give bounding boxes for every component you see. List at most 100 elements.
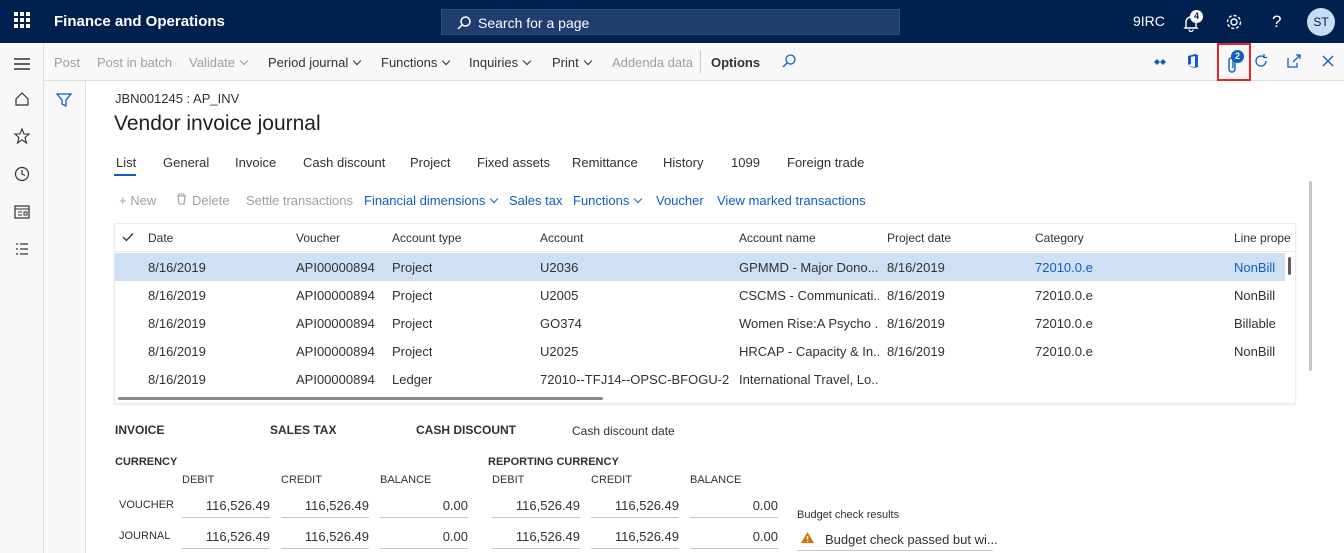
tab-history[interactable]: History (663, 155, 703, 170)
sales-tax-button[interactable]: Sales tax (509, 193, 562, 208)
power-apps-icon[interactable] (1153, 55, 1167, 69)
new-label: New (130, 193, 157, 208)
new-button[interactable]: + New (119, 193, 156, 208)
chevron-down-icon (239, 56, 249, 66)
journal-credit-value: 116,526.49 (281, 529, 369, 549)
cell-account-type: Project (392, 316, 433, 331)
vertical-scrollbar[interactable] (1288, 257, 1291, 275)
page-title: Vendor invoice journal (114, 112, 321, 135)
tab-1099[interactable]: 1099 (731, 155, 760, 170)
search-icon[interactable] (781, 53, 797, 69)
help-icon[interactable]: ? (1272, 12, 1281, 32)
tab-general[interactable]: General (163, 155, 209, 170)
hamburger-icon[interactable] (13, 55, 31, 73)
voucher-debit-value: 116,526.49 (182, 498, 270, 518)
tab-fixed-assets[interactable]: Fixed assets (477, 155, 550, 170)
cell-date: 8/16/2019 (148, 288, 206, 303)
tab-cash-discount[interactable]: Cash discount (303, 155, 385, 170)
post-in-batch-button[interactable]: Post in batch (97, 55, 172, 70)
print-menu[interactable]: Print (552, 55, 592, 70)
view-marked-transactions-button[interactable]: View marked transactions (717, 193, 866, 208)
column-header-voucher[interactable]: Voucher (296, 231, 340, 245)
table-row[interactable]: 8/16/2019 API00000894 Project U2025 HRCAP - … (115, 337, 1285, 365)
action-pane: Post Post in batch Validate Period journ… (44, 43, 1344, 81)
tab-foreign-trade[interactable]: Foreign trade (787, 155, 864, 170)
period-journal-menu[interactable]: Period journal (268, 55, 362, 70)
close-icon[interactable] (1321, 54, 1335, 68)
column-header-project-date[interactable]: Project date (887, 231, 951, 245)
settle-transactions-button[interactable]: Settle transactions (246, 193, 353, 208)
notifications-button[interactable]: 4 (1182, 10, 1203, 32)
avatar[interactable]: ST (1307, 8, 1335, 36)
reporting-credit-header: CREDIT (591, 474, 632, 486)
table-row[interactable]: 8/16/2019 API00000894 Project GO374 Women Ri… (115, 309, 1285, 337)
journal-reporting-balance-value: 0.00 (690, 529, 778, 549)
reporting-debit-header: DEBIT (492, 474, 525, 486)
cell-account-name: HRCAP - Capacity & In... (739, 344, 879, 359)
tab-remittance[interactable]: Remittance (572, 155, 638, 170)
search-box[interactable]: Search for a page (441, 9, 900, 35)
cell-category: 72010.0.e (1035, 344, 1093, 359)
table-row[interactable]: 8/16/2019 API00000894 Ledger 72010--TFJ14--… (115, 365, 1285, 393)
reporting-currency-label: REPORTING CURRENCY (488, 456, 619, 468)
journal-balance-value: 0.00 (380, 529, 468, 549)
options-tab[interactable]: Options (711, 55, 760, 70)
cell-account: GO374 (540, 316, 582, 331)
star-icon[interactable] (13, 127, 31, 145)
cell-account: 72010--TFJ14--OPSC-BFOGU-2... (540, 372, 730, 387)
app-title[interactable]: Finance and Operations (54, 13, 225, 30)
cell-voucher: API00000894 (296, 316, 375, 331)
budget-check-field[interactable]: Budget check passed but wi... (797, 527, 998, 551)
journal-reporting-credit-value: 116,526.49 (591, 529, 679, 549)
post-button[interactable]: Post (54, 55, 80, 70)
column-header-account-type[interactable]: Account type (392, 231, 461, 245)
column-header-category[interactable]: Category (1035, 231, 1084, 245)
open-new-window-icon[interactable] (1286, 53, 1302, 69)
company-picker[interactable]: 9IRC (1133, 13, 1165, 29)
cell-line-property: NonBill (1234, 288, 1276, 303)
cell-account-type: Project (392, 288, 433, 303)
tab-invoice[interactable]: Invoice (235, 155, 276, 170)
column-header-date[interactable]: Date (148, 231, 173, 245)
column-header-account-name[interactable]: Account name (739, 231, 816, 245)
page-scrollbar[interactable] (1309, 181, 1312, 371)
select-all-check-icon[interactable] (122, 232, 134, 242)
filter-icon[interactable] (56, 92, 72, 108)
table-row[interactable]: 8/16/2019 API00000894 Project U2005 CSCMS - … (115, 281, 1285, 309)
tab-active-indicator (114, 174, 136, 176)
functions-menu[interactable]: Functions (381, 55, 451, 70)
workspace-icon[interactable] (13, 203, 31, 221)
column-header-line-property[interactable]: Line prope (1234, 231, 1291, 245)
validate-menu[interactable]: Validate (189, 55, 249, 70)
divider (700, 51, 701, 73)
table-row[interactable]: 8/16/2019 API00000894 Project U2036 GPMMD - … (115, 253, 1285, 281)
cell-category[interactable]: 72010.0.e (1035, 260, 1093, 275)
sales-tax-section-label: SALES TAX (270, 423, 337, 437)
financial-dimensions-menu[interactable]: Financial dimensions (364, 193, 499, 208)
addenda-data-button[interactable]: Addenda data (612, 55, 693, 70)
search-icon (457, 16, 471, 30)
cell-line-property[interactable]: NonBill (1234, 260, 1275, 275)
attachments-button[interactable]: 2 (1217, 43, 1251, 81)
tab-list[interactable]: List (116, 155, 136, 170)
cell-date: 8/16/2019 (148, 344, 206, 359)
app-launcher-icon[interactable] (14, 12, 30, 28)
home-icon[interactable] (13, 90, 31, 108)
voucher-button[interactable]: Voucher (656, 193, 704, 208)
grid-functions-menu[interactable]: Functions (573, 193, 643, 208)
clock-icon[interactable] (13, 165, 31, 183)
horizontal-scrollbar[interactable] (118, 397, 603, 400)
modules-list-icon[interactable] (13, 240, 31, 258)
settings-button[interactable] (1225, 13, 1243, 34)
delete-button[interactable]: Delete (176, 193, 230, 208)
refresh-icon[interactable] (1253, 53, 1269, 69)
column-header-account[interactable]: Account (540, 231, 583, 245)
cell-project-date: 8/16/2019 (887, 260, 945, 275)
chevron-down-icon (442, 56, 451, 66)
cash-discount-date-label: Cash discount date (572, 424, 675, 438)
office-icon[interactable] (1186, 53, 1200, 69)
journal-debit-value: 116,526.49 (182, 529, 270, 549)
inquiries-menu[interactable]: Inquiries (469, 55, 532, 70)
voucher-reporting-balance-value: 0.00 (690, 498, 778, 518)
tab-project[interactable]: Project (410, 155, 450, 170)
